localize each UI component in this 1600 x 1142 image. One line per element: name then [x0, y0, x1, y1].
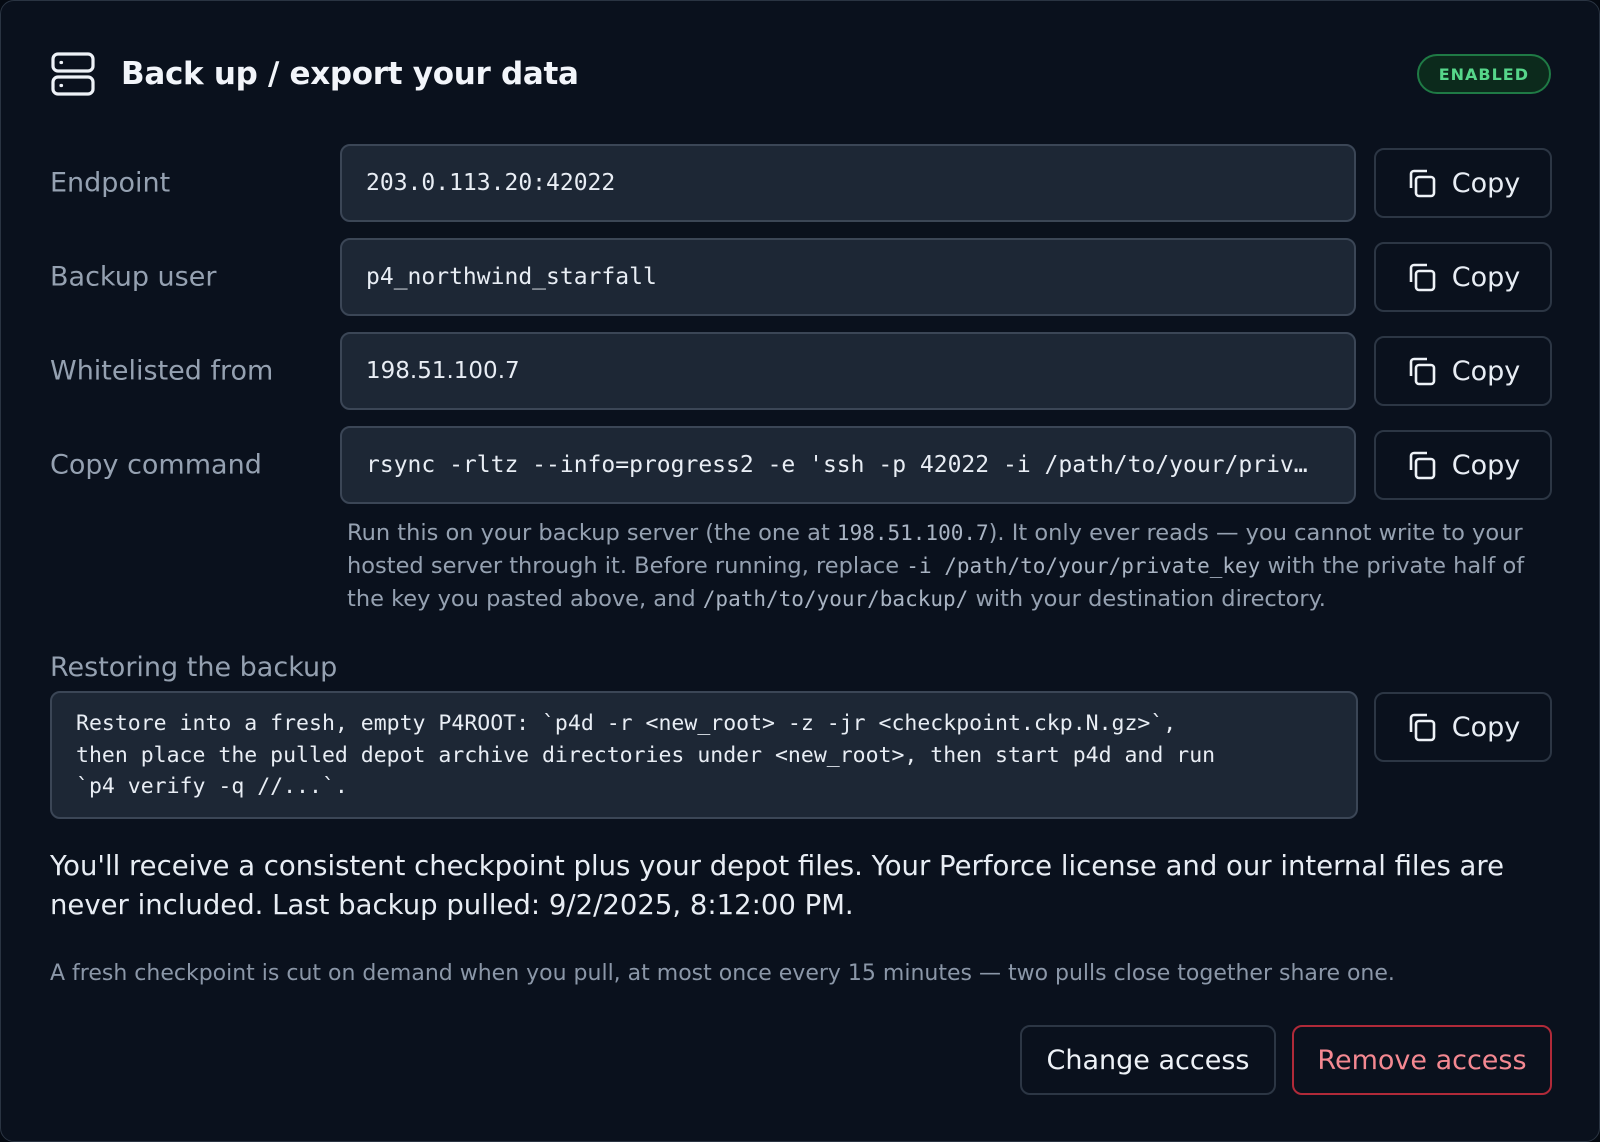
copy-icon: [1409, 263, 1436, 292]
copy-label: Copy: [1451, 261, 1521, 293]
restore-instructions[interactable]: Restore into a fresh, empty P4ROOT: `p4d…: [50, 691, 1358, 819]
backup-user-field[interactable]: p4_northwind_starfall: [340, 238, 1356, 316]
copy-label: Copy: [1451, 449, 1521, 481]
backup-user-value: p4_northwind_starfall: [366, 264, 657, 290]
copy-command-row: Copy command rsync -rltz --info=progress…: [50, 426, 1552, 504]
server-icon: [51, 52, 95, 96]
backup-export-panel: Back up / export your data ENABLED Endpo…: [0, 0, 1600, 1142]
backup-user-row: Backup user p4_northwind_starfall Copy: [50, 238, 1552, 316]
copy-whitelisted-from-button[interactable]: Copy: [1374, 336, 1552, 406]
copy-restore-button[interactable]: Copy: [1374, 692, 1552, 762]
status-badge: ENABLED: [1416, 54, 1551, 94]
copy-command-field[interactable]: rsync -rltz --info=progress2 -e 'ssh -p …: [340, 426, 1356, 504]
copy-label: Copy: [1451, 167, 1521, 199]
endpoint-row: Endpoint 203.0.113.20:42022 Copy: [50, 144, 1552, 222]
whitelisted-from-field[interactable]: 198.51.100.7: [340, 332, 1356, 410]
restore-label: Restoring the backup: [50, 652, 338, 683]
copy-command-value: rsync -rltz --info=progress2 -e 'ssh -p …: [366, 452, 1308, 478]
hint-backup-path: /path/to/your/backup/: [702, 587, 969, 611]
whitelisted-from-value: 198.51.100.7: [366, 358, 520, 384]
copy-icon: [1409, 169, 1436, 198]
endpoint-field[interactable]: 203.0.113.20:42022: [340, 144, 1356, 222]
hint-text: Run this on your backup server (the one …: [347, 520, 837, 546]
hint-text: with your destination directory.: [968, 586, 1326, 612]
endpoint-value: 203.0.113.20:42022: [366, 170, 616, 196]
hint-key-flag: -i /path/to/your/private_key: [906, 554, 1261, 578]
copy-command-hint: Run this on your backup server (the one …: [347, 517, 1557, 616]
backup-info-text: You'll receive a consistent checkpoint p…: [50, 850, 1505, 921]
copy-backup-user-button[interactable]: Copy: [1374, 242, 1552, 312]
backup-user-label: Backup user: [50, 261, 217, 293]
remove-access-button[interactable]: Remove access: [1292, 1025, 1552, 1095]
copy-endpoint-button[interactable]: Copy: [1374, 148, 1552, 218]
whitelisted-from-label: Whitelisted from: [50, 355, 274, 387]
page-title: Back up / export your data: [121, 56, 579, 92]
whitelisted-from-row: Whitelisted from 198.51.100.7 Copy: [50, 332, 1552, 410]
copy-label: Copy: [1451, 355, 1521, 387]
copy-icon: [1409, 451, 1436, 480]
copy-label: Copy: [1451, 711, 1521, 743]
copy-command-button[interactable]: Copy: [1374, 430, 1552, 500]
change-access-button[interactable]: Change access: [1020, 1025, 1276, 1095]
copy-command-label: Copy command: [50, 449, 262, 481]
endpoint-label: Endpoint: [50, 167, 171, 199]
checkpoint-note: A fresh checkpoint is cut on demand when…: [50, 961, 1395, 986]
copy-icon: [1409, 713, 1436, 742]
hint-ip: 198.51.100.7: [836, 521, 989, 545]
copy-icon: [1409, 357, 1436, 386]
panel-header: Back up / export your data ENABLED: [51, 51, 1551, 97]
